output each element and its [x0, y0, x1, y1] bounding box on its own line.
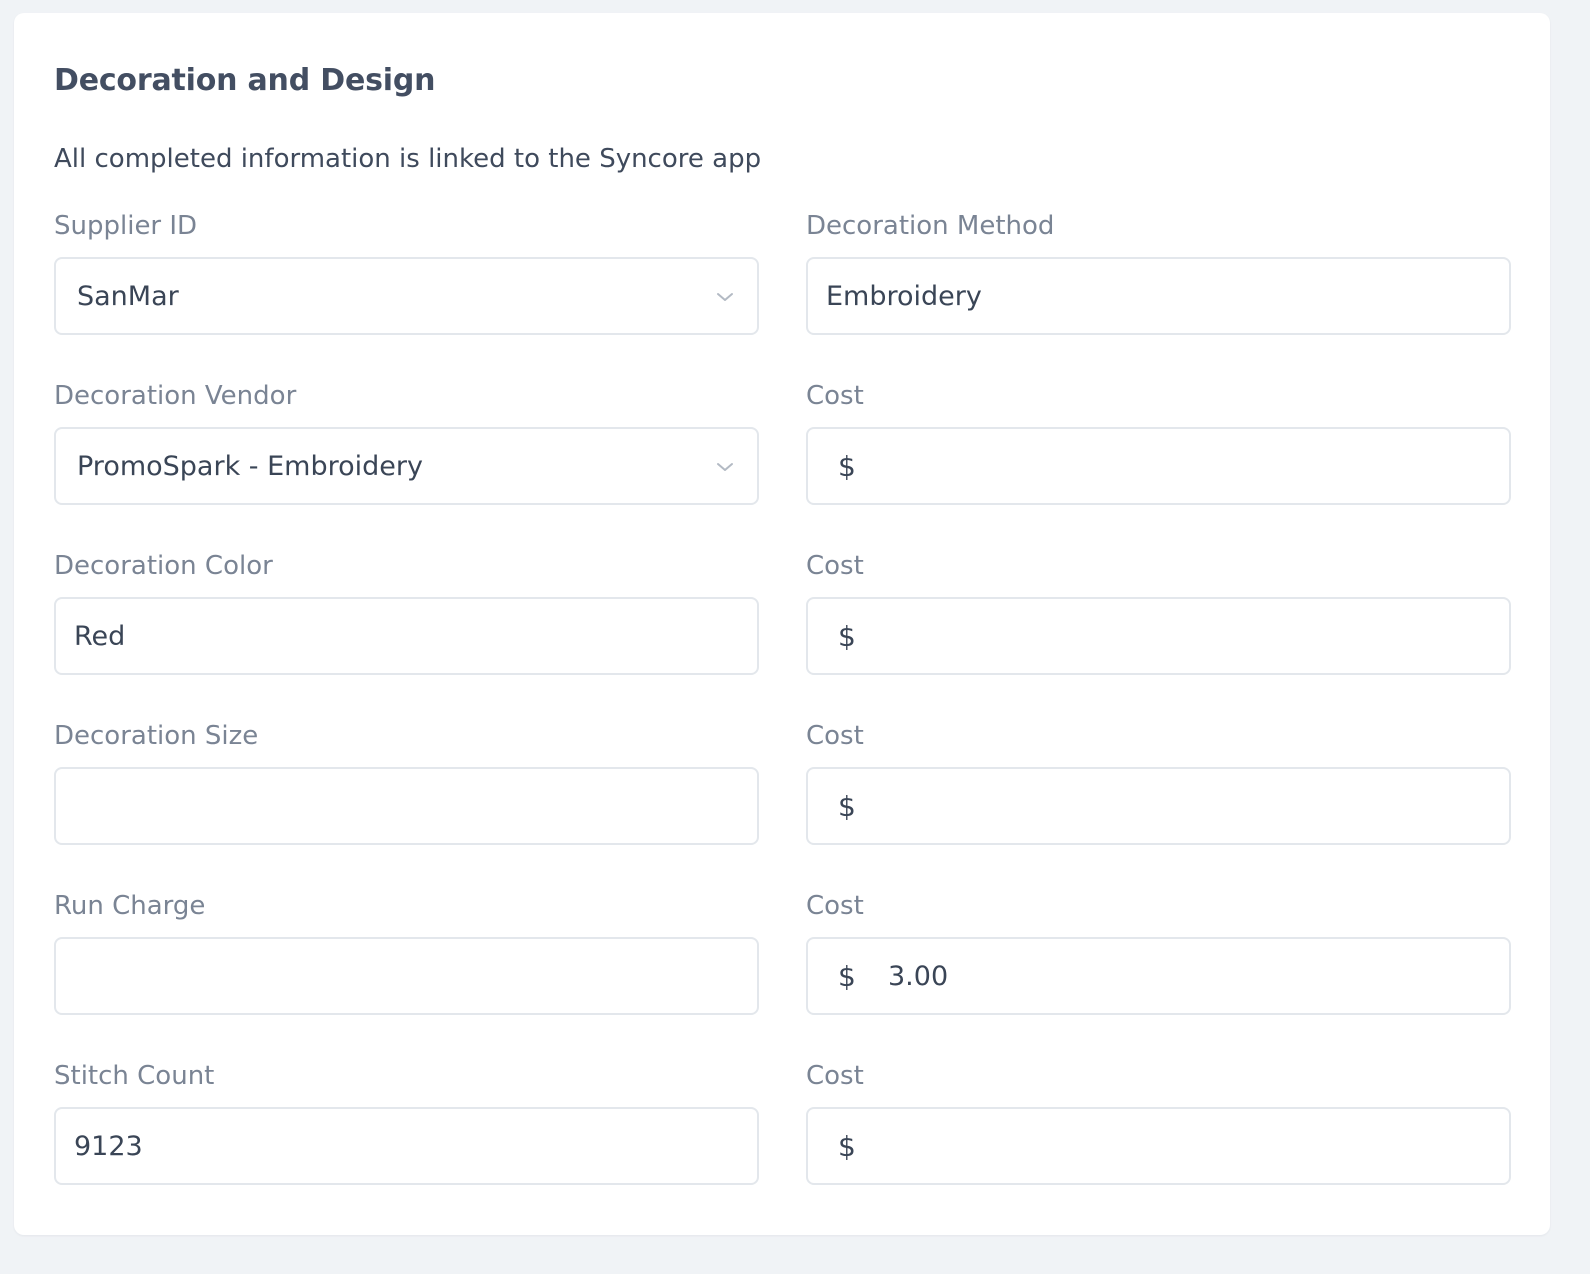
- decoration-color-cost-input[interactable]: $: [806, 597, 1511, 675]
- chevron-down-icon: [717, 463, 733, 471]
- run-charge-cost-field: Cost $ 3.00: [806, 889, 1511, 1015]
- stitch-count-cost-input[interactable]: $: [806, 1107, 1511, 1185]
- stitch-count-cost-field: Cost $: [806, 1059, 1511, 1185]
- decoration-color-cost-field: Cost $: [806, 549, 1511, 675]
- decoration-method-field: Decoration Method Embroidery: [806, 209, 1511, 335]
- run-charge-cost-input[interactable]: $ 3.00: [806, 937, 1511, 1015]
- stitch-count-label: Stitch Count: [54, 1061, 215, 1091]
- decoration-color-field: Decoration Color Red: [54, 549, 759, 675]
- supplier-id-field: Supplier ID SanMar: [54, 209, 759, 335]
- currency-symbol: $: [838, 789, 856, 823]
- decoration-design-card: Decoration and Design All completed info…: [14, 13, 1550, 1235]
- decoration-vendor-select[interactable]: PromoSpark - Embroidery: [54, 427, 759, 505]
- section-title: Decoration and Design: [54, 63, 436, 98]
- decoration-color-label: Decoration Color: [54, 551, 273, 581]
- supplier-id-select[interactable]: SanMar: [54, 257, 759, 335]
- decoration-vendor-label: Decoration Vendor: [54, 381, 297, 411]
- stitch-count-value: 9123: [74, 1130, 143, 1162]
- decoration-color-input[interactable]: Red: [54, 597, 759, 675]
- decoration-vendor-field: Decoration Vendor PromoSpark - Embroider…: [54, 379, 759, 505]
- run-charge-label: Run Charge: [54, 891, 206, 921]
- decoration-method-value: Embroidery: [826, 280, 982, 312]
- cost-label: Cost: [806, 721, 864, 751]
- decoration-size-label: Decoration Size: [54, 721, 259, 751]
- run-charge-field: Run Charge: [54, 889, 759, 1015]
- cost-label: Cost: [806, 891, 864, 921]
- decoration-size-field: Decoration Size: [54, 719, 759, 845]
- decoration-size-input[interactable]: [54, 767, 759, 845]
- stitch-count-input[interactable]: 9123: [54, 1107, 759, 1185]
- chevron-down-icon: [717, 293, 733, 301]
- decoration-method-label: Decoration Method: [806, 211, 1055, 241]
- currency-symbol: $: [838, 1129, 856, 1163]
- cost-label: Cost: [806, 381, 864, 411]
- currency-symbol: $: [838, 959, 856, 993]
- decoration-vendor-cost-field: Cost $: [806, 379, 1511, 505]
- decoration-size-cost-input[interactable]: $: [806, 767, 1511, 845]
- decoration-vendor-selected-value: PromoSpark - Embroidery: [77, 450, 423, 482]
- currency-symbol: $: [838, 619, 856, 653]
- cost-label: Cost: [806, 551, 864, 581]
- supplier-id-label: Supplier ID: [54, 211, 198, 241]
- cost-value: 3.00: [888, 960, 949, 992]
- supplier-id-selected-value: SanMar: [77, 280, 179, 312]
- cost-label: Cost: [806, 1061, 864, 1091]
- decoration-method-input[interactable]: Embroidery: [806, 257, 1511, 335]
- decoration-color-value: Red: [74, 620, 126, 652]
- stitch-count-field: Stitch Count 9123: [54, 1059, 759, 1185]
- currency-symbol: $: [838, 449, 856, 483]
- decoration-size-cost-field: Cost $: [806, 719, 1511, 845]
- decoration-vendor-cost-input[interactable]: $: [806, 427, 1511, 505]
- section-subtitle: All completed information is linked to t…: [54, 144, 762, 174]
- run-charge-input[interactable]: [54, 937, 759, 1015]
